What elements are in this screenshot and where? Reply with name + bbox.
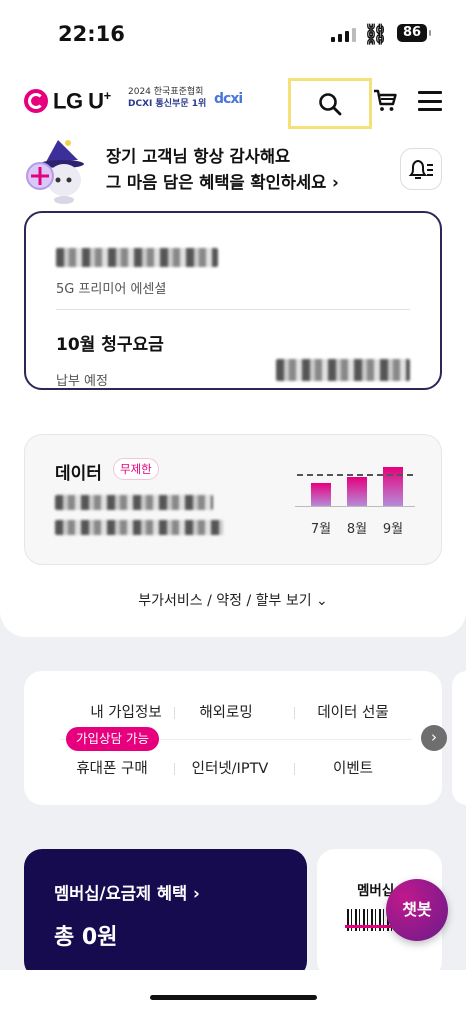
menu-icon-bar [418, 108, 442, 111]
month-label: 8월 [346, 522, 368, 537]
plan-card[interactable]: 5G 프리미어 에센셜 10월 청구요금 납부 예정 [24, 211, 442, 390]
data-usage-card[interactable]: 데이터 무제한 7월 8월 9월 [24, 434, 442, 565]
top-sheet: LG U+ 2024 한국표준협회 DCXI 통신부문 1위 dcxi 장기 고… [0, 70, 466, 637]
divider [56, 309, 410, 310]
search-icon [319, 92, 342, 115]
chart-baseline [295, 506, 415, 507]
usage-bar [347, 477, 367, 506]
month-label: 9월 [382, 522, 404, 537]
bill-status: 납부 예정 [56, 374, 108, 389]
data-row-redacted [55, 520, 223, 535]
chatbot-button[interactable]: 챗봇 [386, 879, 448, 941]
membership-benefit-card[interactable]: 멤버십/요금제 혜택 › 총 0원 [24, 849, 307, 979]
bill-title: 10월 청구요금 [56, 335, 164, 355]
bill-amount-redacted [276, 359, 410, 381]
status-time: 22:16 [58, 22, 125, 46]
promo-text: 장기 고객님 항상 감사해요 그 마음 담은 혜택을 확인하세요 › [106, 144, 339, 196]
promo-line1: 장기 고객님 항상 감사해요 [106, 147, 291, 166]
quick-data-gift[interactable]: 데이터 선물 [294, 701, 412, 722]
menu-button[interactable] [418, 91, 442, 111]
lguplus-logo[interactable]: LG U+ [24, 88, 111, 114]
quick-menu: 내 가입정보 해외로밍 데이터 선물 가입상담 가능 휴대폰 구매 인터넷/IP… [24, 671, 442, 805]
status-bar: 22:16 ⛓ 86 [0, 0, 466, 70]
average-line [297, 474, 413, 476]
quick-internet-iptv[interactable]: 인터넷/IPTV [171, 757, 289, 778]
cart-icon [374, 89, 397, 111]
quick-events[interactable]: 이벤트 [294, 757, 412, 778]
award-badge: 2024 한국표준협회 DCXI 통신부문 1위 [128, 86, 206, 110]
menu-icon-bar [418, 99, 442, 103]
signal-icon [331, 26, 356, 42]
brand-name: LG U [53, 88, 104, 114]
wizard-mascot-icon [26, 140, 84, 204]
usage-bar [383, 467, 403, 506]
link-icon: ⛓ [363, 22, 389, 46]
data-row-redacted [55, 495, 213, 510]
search-button[interactable] [288, 78, 372, 129]
phone-number-redacted [56, 248, 218, 267]
bell-icon [408, 159, 433, 179]
month-label: 7월 [310, 522, 332, 537]
lg-logo-icon [24, 89, 48, 114]
usage-bar [311, 483, 331, 506]
usage-bar-chart: 7월 8월 9월 [295, 455, 415, 553]
quick-phone-purchase[interactable]: 휴대폰 구매 [53, 757, 171, 778]
consult-available-badge: 가입상담 가능 [66, 727, 159, 751]
membership-benefit-label: 멤버십/요금제 혜택 › [54, 884, 200, 903]
notification-button[interactable] [400, 148, 442, 190]
quick-roaming[interactable]: 해외로밍 [167, 701, 285, 722]
home-indicator[interactable] [150, 995, 317, 1000]
battery-icon: 86 [397, 24, 431, 42]
long-term-customer-banner[interactable]: 장기 고객님 항상 감사해요 그 마음 담은 혜택을 확인하세요 › [24, 138, 442, 204]
plan-name: 5G 프리미어 에센셜 [56, 282, 167, 297]
next-quick-card[interactable] [452, 671, 466, 805]
award-line2: DCXI 통신부문 1위 [128, 99, 207, 109]
home-area [0, 970, 466, 1010]
data-title: 데이터 [55, 464, 102, 484]
unlimited-badge: 무제한 [113, 458, 159, 480]
chevron-right-icon[interactable]: › [421, 725, 447, 751]
app-header: LG U+ 2024 한국표준협회 DCXI 통신부문 1위 dcxi [0, 74, 466, 130]
brand-plus: + [103, 88, 112, 103]
cart-button[interactable] [371, 86, 399, 114]
dcxi-logo-icon: dcxi [214, 91, 243, 107]
promo-line2: 그 마음 담은 혜택을 확인하세요 › [106, 173, 339, 192]
award-line1: 2024 한국표준협회 [128, 87, 204, 97]
membership-total: 총 0원 [54, 925, 118, 950]
menu-icon-bar [418, 91, 442, 94]
more-services-link[interactable]: 부가서비스 / 약정 / 할부 보기 ⌄ [0, 590, 466, 610]
